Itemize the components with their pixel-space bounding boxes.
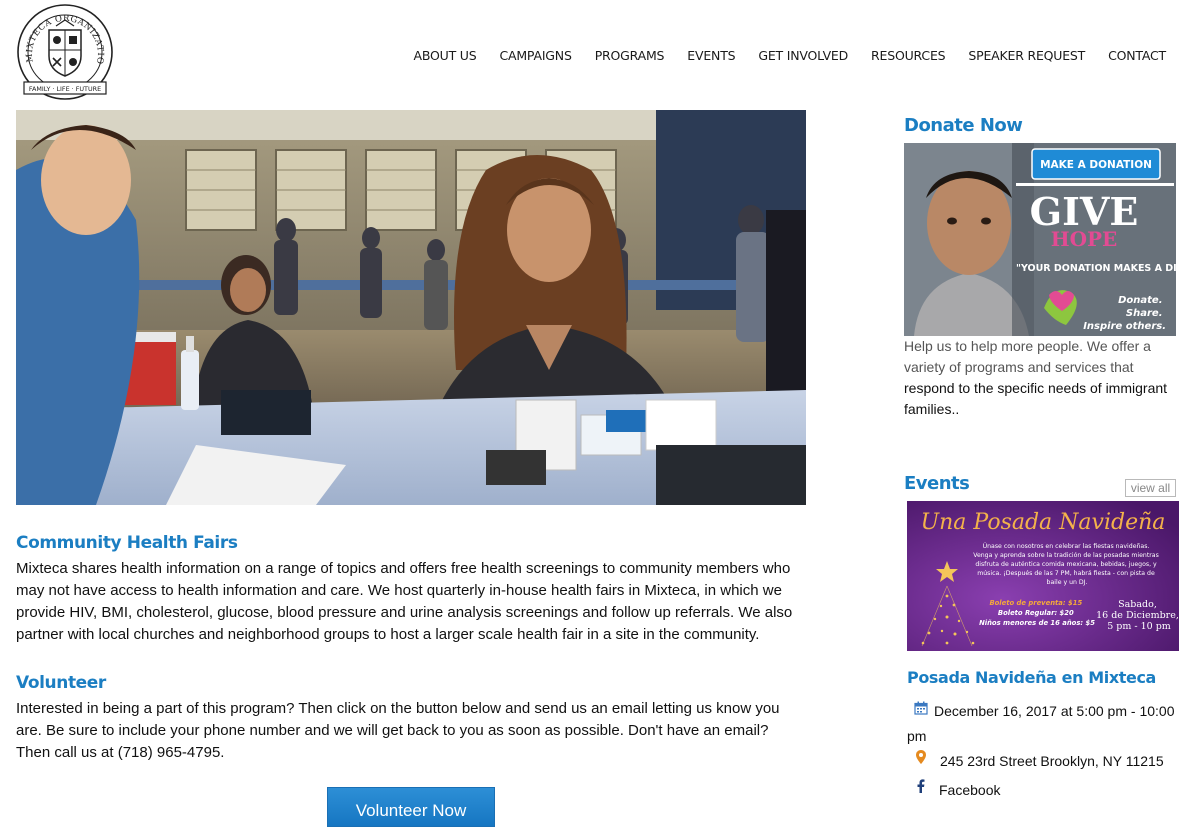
poster-line: baile y un DJ. [1047, 579, 1088, 586]
make-donation-label: MAKE A DONATION [1040, 159, 1152, 171]
donate-description: Help us to help more people. We offer a … [904, 336, 1179, 420]
donation-banner[interactable]: MAKE A DONATION GIVE HOPE "YOUR DONATION… [904, 143, 1176, 336]
main-nav: ABOUT US CAMPAIGNS PROGRAMS EVENTS GET I… [402, 48, 1166, 64]
nav-speaker-request[interactable]: SPEAKER REQUEST [957, 48, 1097, 64]
event-address: 245 23rd Street Brooklyn, NY 11215 [940, 753, 1164, 769]
event-facebook: Facebook [907, 778, 1000, 803]
nav-about-us[interactable]: ABOUT US [402, 48, 488, 64]
map-pin-icon [916, 747, 926, 771]
logo-banner-text: FAMILY · LIFE · FUTURE [29, 85, 101, 93]
donate-now-title: Donate Now [904, 115, 1023, 136]
poster-price: Boleto Regular: $20 [998, 609, 1074, 617]
donate-description-dark: respond to the specific needs of immigra… [904, 380, 1168, 417]
event-date: December 16, 2017 at 5:00 pm - 10:00 pm [907, 699, 1182, 748]
nav-get-involved[interactable]: GET INVOLVED [747, 48, 860, 64]
poster-price: Niños menores de 16 años: $5 [979, 619, 1095, 627]
view-all-button[interactable]: view all [1125, 479, 1176, 497]
volunteer-title: Volunteer [16, 673, 106, 693]
nav-resources[interactable]: RESOURCES [860, 48, 957, 64]
events-title: Events [904, 473, 970, 494]
poster-line: música. ¡Después de las 7 PM, habrá fies… [977, 569, 1155, 577]
posada-poster[interactable]: Una Posada Navideña Únase con nosotros e… [907, 501, 1179, 651]
health-fairs-title: Community Health Fairs [16, 533, 238, 553]
donation-quote: "YOUR DONATION MAKES A DIFFERENCE." [1016, 263, 1176, 274]
svg-text:"YOUR DONATION MAKES A DIFFERE: "YOUR DONATION MAKES A DIFFERENCE." [1016, 263, 1176, 274]
logo[interactable]: MIXTECA ORGANIZATION, INC FAMILY · LIFE … [12, 0, 114, 102]
donate-tag: Donate. [1118, 295, 1162, 306]
volunteer-body: Interested in being a part of this progr… [16, 700, 780, 761]
event-title-link[interactable]: Posada Navideña en Mixteca [907, 668, 1156, 687]
facebook-link[interactable]: Facebook [939, 782, 1000, 798]
hope-text: HOPE [1051, 227, 1118, 251]
poster-line: Venga y aprenda sobre la tradición de la… [973, 551, 1159, 559]
facebook-icon[interactable] [916, 776, 925, 800]
poster-date: Sabado, [1118, 599, 1157, 610]
donate-description-light: Help us to help more people. We offer a … [904, 338, 1151, 375]
event-location: 245 23rd Street Brooklyn, NY 11215 [907, 749, 1164, 774]
share-tag: Share. [1126, 308, 1163, 319]
poster-heading: Una Posada Navideña [921, 510, 1166, 535]
poster-line: Únase con nosotros en celebrar las fiest… [983, 541, 1150, 550]
nav-campaigns[interactable]: CAMPAIGNS [488, 48, 583, 64]
health-fairs-body: Mixteca shares health information on a r… [16, 560, 793, 643]
poster-date: 16 de Diciembre, [1096, 610, 1179, 621]
poster-date: 5 pm - 10 pm [1107, 621, 1171, 632]
calendar-icon [914, 698, 928, 722]
volunteer-now-button[interactable]: Volunteer Now [327, 787, 495, 827]
event-date-line2: pm [907, 728, 927, 745]
health-fair-photo [16, 110, 806, 505]
poster-price: Boleto de preventa: $15 [989, 599, 1082, 607]
event-date-line1: December 16, 2017 at 5:00 pm - 10:00 [934, 703, 1175, 719]
inspire-tag: Inspire others. [1083, 321, 1166, 332]
poster-line: disfruta de auténtica comida mexicana, b… [975, 560, 1157, 568]
nav-events[interactable]: EVENTS [676, 48, 747, 64]
nav-programs[interactable]: PROGRAMS [583, 48, 676, 64]
nav-contact[interactable]: CONTACT [1097, 48, 1166, 64]
